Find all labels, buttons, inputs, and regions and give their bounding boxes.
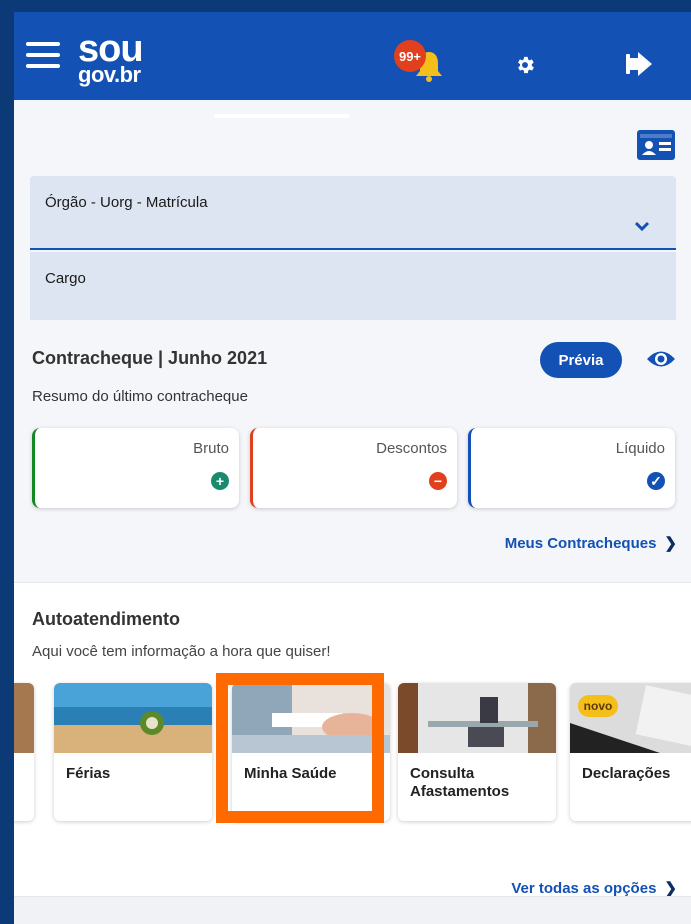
minus-circle-icon: − [429, 472, 447, 490]
minha-saude-tile[interactable]: Minha Saúde [232, 683, 390, 821]
liquido-label: Líquido [615, 440, 665, 457]
check-circle-icon: ✓ [647, 472, 665, 490]
descontos-label: Descontos [376, 440, 447, 457]
meus-contracheques-label: Meus Contracheques [504, 535, 657, 552]
chevron-right-icon: ❯ [664, 535, 677, 552]
chevron-down-icon [634, 221, 650, 232]
bruto-card[interactable]: Bruto + [32, 428, 239, 508]
eye-icon[interactable] [646, 348, 676, 370]
pull-indicator [214, 114, 350, 118]
top-bar: sou gov.br 99+ [14, 12, 691, 100]
contracheque-subtitle: Resumo do último contracheque [32, 388, 248, 405]
descontos-card[interactable]: Descontos − [250, 428, 457, 508]
autoatendimento-section: Autoatendimento Aqui você tem informação… [14, 582, 691, 924]
hamburger-menu-icon[interactable] [26, 42, 60, 68]
chevron-right-icon: ❯ [664, 880, 677, 897]
bruto-label: Bruto [193, 440, 229, 457]
id-card-icon[interactable] [636, 129, 676, 161]
office-image [398, 683, 556, 753]
novo-badge: novo [578, 695, 618, 717]
sou-govbr-logo[interactable]: sou gov.br [78, 30, 144, 87]
consulta-afastamentos-tile[interactable]: Consulta Afastamentos [398, 683, 556, 821]
ferias-label: Férias [66, 765, 111, 782]
cargo-field-label: Cargo [45, 270, 86, 287]
beach-image [54, 683, 212, 753]
ver-todas-opcoes-link[interactable]: Ver todas as opções ❯ [511, 879, 677, 897]
previa-button[interactable]: Prévia [540, 342, 622, 378]
meus-contracheques-link[interactable]: Meus Contracheques ❯ [505, 534, 677, 552]
minha-saude-label: Minha Saúde [244, 765, 337, 782]
autoatendimento-subtitle: Aqui você tem informação a hora que quis… [32, 643, 331, 660]
bottom-divider [14, 896, 691, 924]
logout-icon[interactable] [626, 52, 656, 76]
consulta-afastamentos-label: Consulta Afastamentos [410, 765, 510, 800]
service-tile-partial[interactable] [14, 683, 34, 821]
ferias-tile[interactable]: Férias [54, 683, 212, 821]
notification-badge: 99+ [394, 40, 426, 72]
contracheque-title: Contracheque | Junho 2021 [32, 348, 268, 368]
tile-image [14, 683, 34, 753]
orgao-field-label: Órgão - Uorg - Matrícula [45, 194, 208, 211]
health-image [232, 683, 390, 753]
plus-circle-icon: + [211, 472, 229, 490]
ver-todas-label: Ver todas as opções [511, 880, 657, 897]
autoatendimento-title: Autoatendimento [32, 609, 180, 629]
app-screen: sou gov.br 99+ Órgão - Uorg - Matrícula [14, 12, 691, 924]
orgao-uorg-matricula-select[interactable]: Órgão - Uorg - Matrícula [30, 176, 676, 250]
declaracoes-tile[interactable]: novo Declarações [570, 683, 691, 821]
documents-image [570, 683, 691, 753]
logo-bottom: gov.br [78, 62, 141, 87]
declaracoes-label: Declarações [582, 765, 671, 782]
cargo-field[interactable]: Cargo [30, 252, 676, 320]
liquido-card[interactable]: Líquido ✓ [468, 428, 675, 508]
gear-icon[interactable] [514, 54, 536, 76]
